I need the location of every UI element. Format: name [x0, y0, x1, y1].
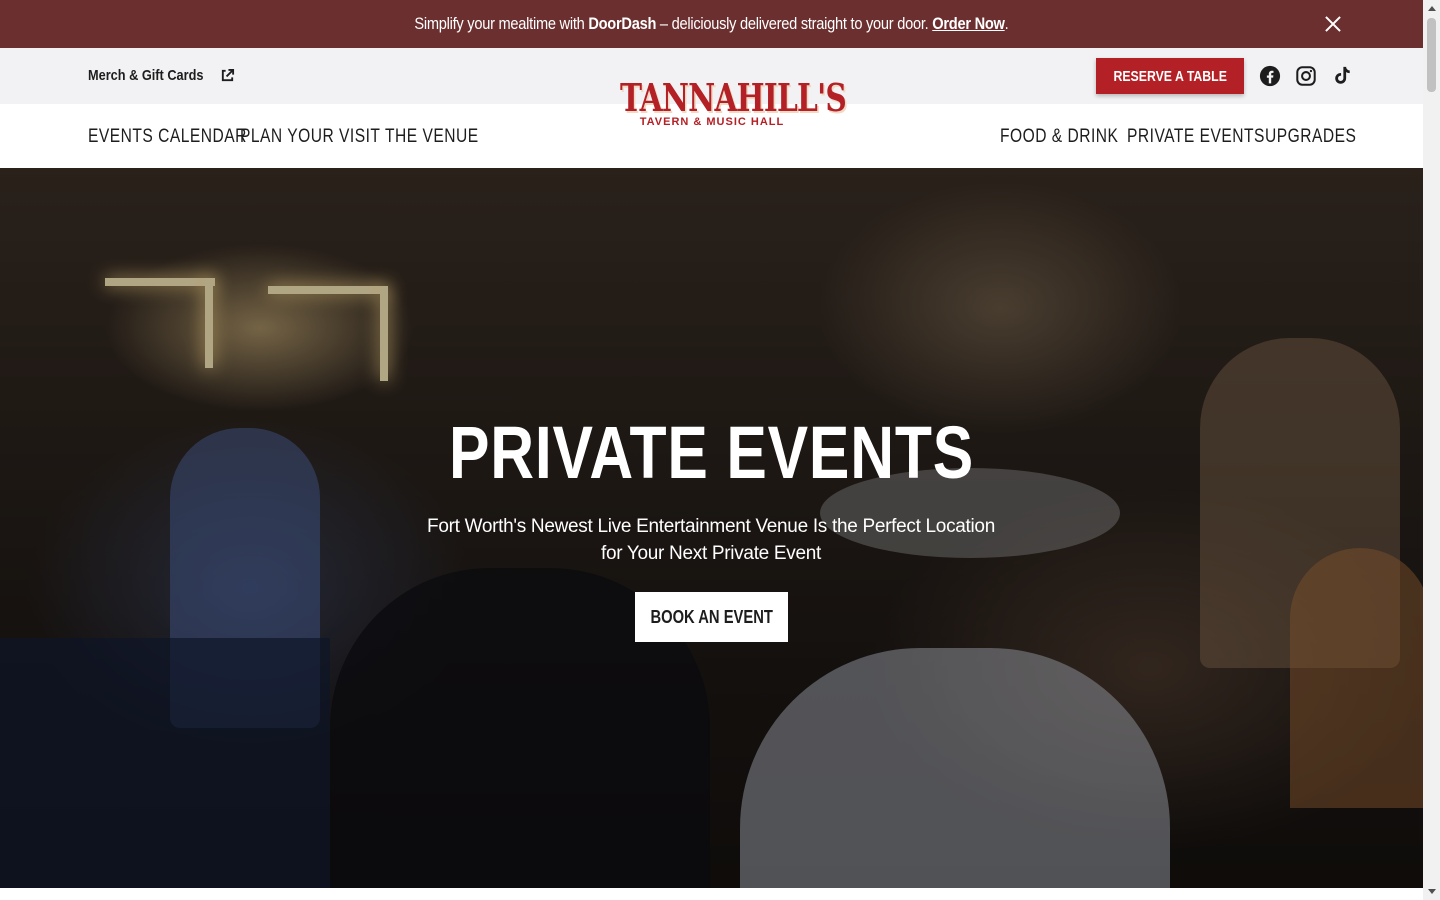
announcement-prefix: Simplify your mealtime with	[414, 14, 585, 33]
scroll-down-arrow-icon[interactable]	[1423, 883, 1440, 900]
reserve-table-label: RESERVE A TABLE	[1113, 67, 1227, 85]
announcement-suffix: .	[1004, 14, 1009, 33]
logo-wordmark: TANNAHILL'S	[619, 75, 847, 120]
nav-plan-your-visit[interactable]: PLAN YOUR VISIT	[240, 126, 380, 148]
nav-events-calendar[interactable]: EVENTS CALENDAR	[88, 126, 247, 148]
book-event-label: BOOK AN EVENT	[650, 606, 773, 627]
vertical-scrollbar[interactable]	[1423, 0, 1440, 900]
nav-food-drink[interactable]: FOOD & DRINK	[1000, 126, 1118, 148]
nav-the-venue[interactable]: THE VENUE	[385, 126, 479, 148]
page-bottom-edge	[0, 888, 1423, 900]
facebook-icon[interactable]	[1259, 65, 1281, 87]
close-icon[interactable]	[1321, 12, 1345, 36]
site-logo[interactable]: TANNAHILL'S TAVERN & MUSIC HALL	[594, 75, 847, 134]
hero-subtitle: Fort Worth's Newest Live Entertainment V…	[411, 513, 1011, 567]
scroll-thumb[interactable]	[1427, 18, 1436, 92]
page: Simplify your mealtime with DoorDash – d…	[0, 0, 1423, 900]
hero-content: PRIVATE EVENTS Fort Worth's Newest Live …	[0, 168, 1423, 888]
scroll-up-arrow-icon[interactable]	[1423, 0, 1440, 17]
hero-title: PRIVATE EVENTS	[448, 411, 975, 494]
hero-subtitle-line1: Fort Worth's Newest Live Entertainment V…	[427, 516, 995, 537]
announcement-brand: DoorDash	[588, 14, 657, 33]
merch-gift-cards-label: Merch & Gift Cards	[88, 67, 204, 84]
announcement-bar: Simplify your mealtime with DoorDash – d…	[0, 0, 1423, 48]
external-link-icon	[221, 68, 234, 82]
order-now-link[interactable]: Order Now	[932, 14, 1005, 33]
instagram-icon[interactable]	[1295, 65, 1317, 87]
announcement-text: Simplify your mealtime with DoorDash – d…	[414, 14, 1008, 34]
reserve-table-button[interactable]: RESERVE A TABLE	[1096, 58, 1244, 94]
announcement-middle: – deliciously delivered straight to your…	[656, 14, 929, 33]
merch-gift-cards-link[interactable]: Merch & Gift Cards	[88, 67, 235, 84]
hero-section: PRIVATE EVENTS Fort Worth's Newest Live …	[0, 168, 1423, 888]
book-event-button[interactable]: BOOK AN EVENT	[635, 592, 788, 642]
nav-private-events[interactable]: PRIVATE EVENTS	[1127, 126, 1265, 148]
hero-subtitle-line2: for Your Next Private Event	[600, 543, 822, 564]
tiktok-icon[interactable]	[1331, 65, 1353, 87]
logo-subtitle: TAVERN & MUSIC HALL	[639, 116, 785, 128]
nav-upgrades[interactable]: UPGRADES	[1265, 126, 1356, 148]
